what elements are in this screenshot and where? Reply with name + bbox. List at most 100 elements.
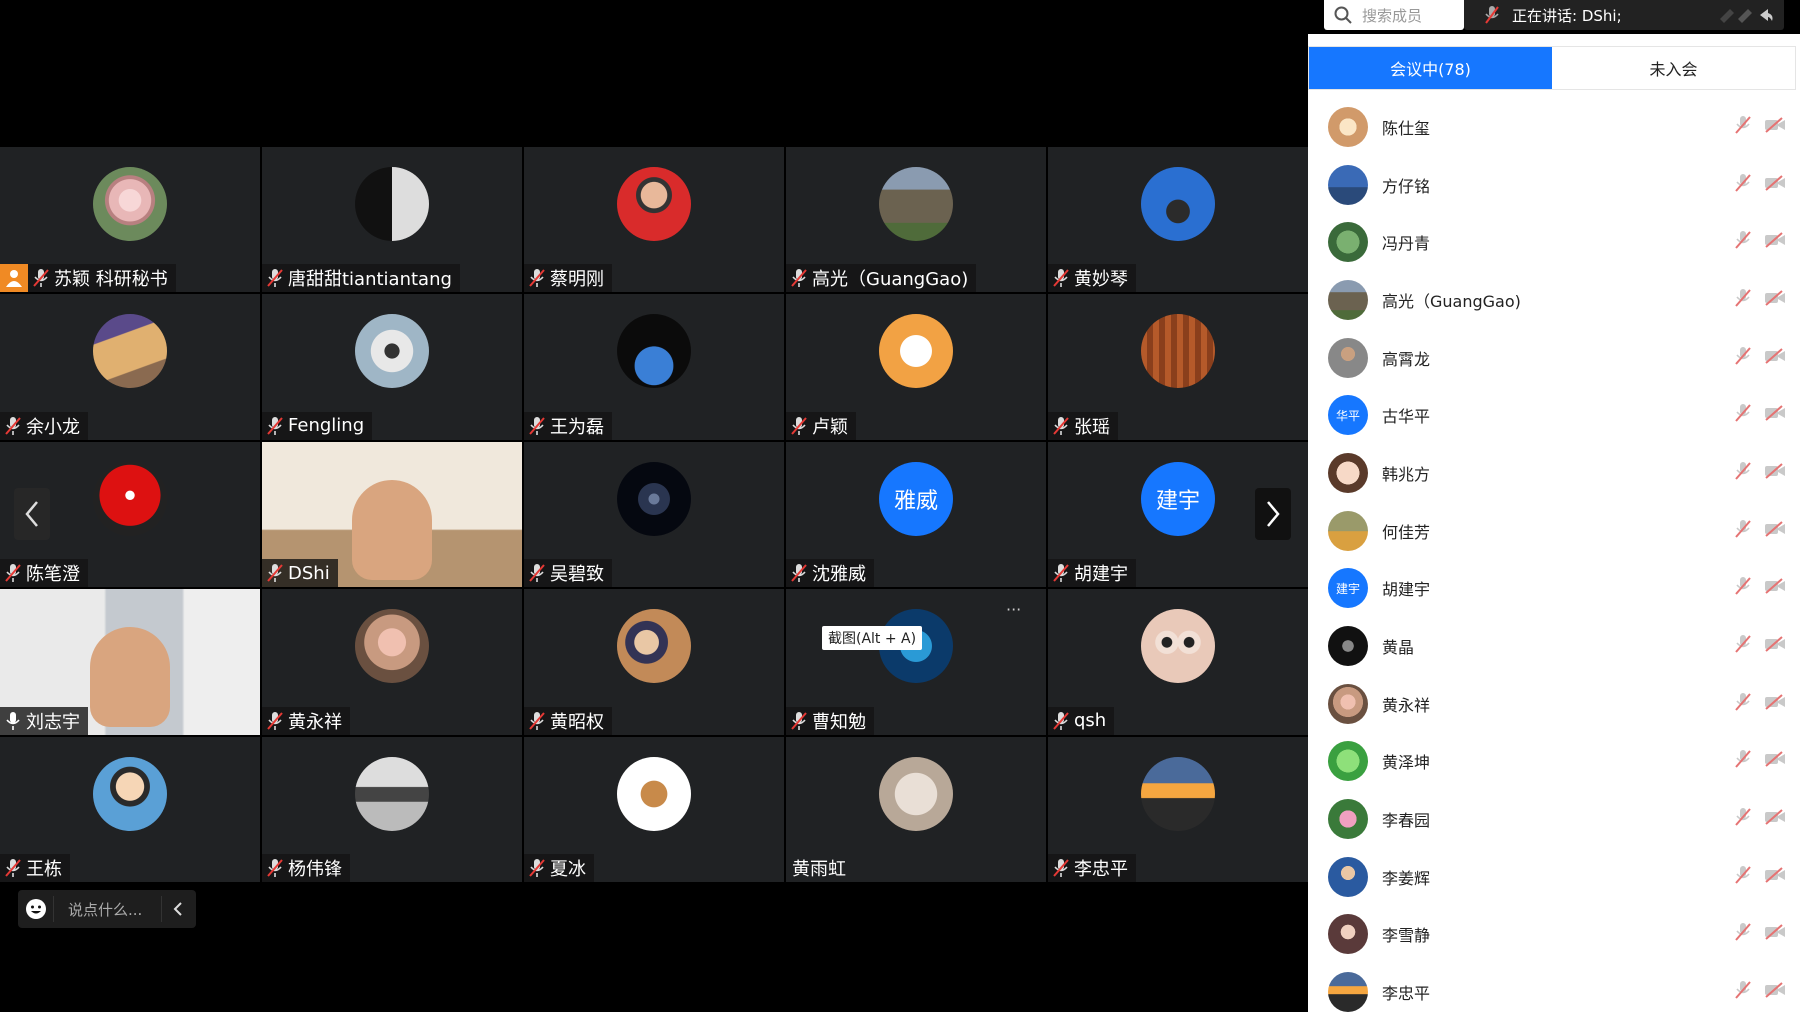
mic-muted-icon[interactable] [1734,519,1752,543]
member-row[interactable]: 韩兆方 [1308,444,1800,502]
mic-muted-icon [528,268,546,288]
member-row[interactable]: 李雪静 [1308,906,1800,964]
mic-muted-icon[interactable] [1734,692,1752,716]
mic-muted-icon[interactable] [1734,980,1752,1004]
tab-not-joined[interactable]: 未入会 [1552,47,1795,89]
participant-tile[interactable]: 王为磊 [524,294,784,440]
mic-muted-icon[interactable] [1734,865,1752,889]
mic-muted-icon [529,416,545,435]
mic-muted-icon[interactable] [1734,115,1752,139]
member-avatar [1328,337,1368,378]
member-row[interactable]: 黄泽坤 [1308,733,1800,791]
mic-muted-icon [528,711,546,731]
member-row[interactable]: 黄晶 [1308,617,1800,675]
participant-tile[interactable]: 吴碧致 [524,441,784,588]
member-avatar [1328,164,1368,205]
camera-off-icon[interactable] [1764,290,1786,310]
participant-name: 沈雅威 [812,564,866,586]
participant-avatar [617,314,691,389]
member-row[interactable]: 何佳芳 [1308,502,1800,560]
participant-name: 黄永祥 [288,711,342,733]
mic-muted-icon[interactable] [1734,634,1752,658]
mic-muted-icon[interactable] [1734,403,1752,427]
mic-muted-icon [791,711,807,730]
member-name: 古华平 [1382,407,1431,427]
participant-avatar [93,461,167,536]
camera-off-icon[interactable] [1764,405,1786,425]
member-row[interactable]: 高光（GuangGao) [1308,271,1800,329]
mic-muted-icon[interactable] [1734,461,1752,485]
member-row[interactable]: 高霄龙 [1308,329,1800,387]
next-page-button[interactable] [1255,488,1291,540]
emoji-button[interactable] [18,896,54,922]
mic-muted-icon[interactable] [1734,807,1752,831]
camera-off-icon[interactable] [1764,520,1786,541]
camera-off-icon[interactable] [1764,578,1786,598]
participant-tile[interactable]: 王栋 [0,736,260,882]
participant-tile[interactable]: 余小龙 [0,294,260,440]
camera-off-icon[interactable] [1764,867,1786,887]
mic-muted-icon[interactable] [1734,576,1752,600]
participant-tile[interactable]: 唐甜甜tiantiantang [262,147,522,293]
camera-off-icon[interactable] [1764,693,1786,714]
member-row[interactable]: 华平 古华平 [1308,386,1800,444]
camera-off-icon[interactable] [1764,924,1786,944]
participant-tile[interactable]: qsh [1048,589,1308,735]
mic-muted-icon[interactable] [1734,346,1752,370]
participant-avatar [93,314,167,389]
member-row[interactable]: 冯丹青 [1308,213,1800,271]
mic-muted-icon[interactable] [1734,173,1752,197]
chat-input[interactable]: 说点什么... [54,896,162,922]
participant-tile[interactable]: 卢颖 [786,294,1046,440]
participant-tile[interactable]: 张瑶 [1048,294,1308,440]
camera-off-icon[interactable] [1764,751,1786,771]
participant-tile[interactable]: DShi [262,441,522,588]
collapse-chat-button[interactable] [162,901,194,917]
camera-off-icon[interactable] [1764,232,1786,252]
participant-tile[interactable]: 李忠平 [1048,736,1308,882]
camera-off-icon[interactable] [1764,463,1786,483]
camera-off-icon[interactable] [1764,982,1786,1002]
participant-tile[interactable]: 黄妙琴 [1048,147,1308,293]
mic-muted-icon [1485,6,1499,24]
participant-tile[interactable]: 雅威 沈雅威 [786,441,1046,588]
participant-name: 唐甜甜tiantiantang [288,269,452,291]
mic-muted-icon[interactable] [1734,749,1752,773]
member-search[interactable]: 搜索成员 [1324,0,1464,30]
participant-tile[interactable]: Fengling [262,294,522,440]
member-row[interactable]: 建宇 胡建宇 [1308,560,1800,618]
camera-off-icon[interactable] [1764,174,1786,195]
member-row[interactable]: 方仔铭 [1308,156,1800,214]
participant-avatar [617,756,691,831]
member-controls [1734,865,1786,889]
participant-tile[interactable]: 黄永祥 [262,589,522,735]
participant-tile[interactable]: 黄雨虹 [786,736,1046,882]
participant-tile[interactable]: 高光（GuangGao) [786,147,1046,293]
participant-name: 王为磊 [550,416,604,438]
member-row[interactable]: 黄永祥 [1308,675,1800,733]
tile-more-button[interactable]: ··· [1006,600,1021,619]
member-row[interactable]: 李春园 [1308,790,1800,848]
camera-off-icon[interactable] [1764,636,1786,656]
camera-off-icon[interactable] [1764,117,1786,137]
mic-muted-icon [5,858,21,877]
participant-tile[interactable]: 夏冰 [524,736,784,882]
prev-page-button[interactable] [14,488,50,540]
participant-name: 陈笔澄 [26,564,80,586]
participant-tile[interactable]: 苏颖 科研秘书 [0,147,260,293]
participant-tile[interactable]: 刘志宇 [0,589,260,735]
mic-muted-icon[interactable] [1734,922,1752,946]
tab-in-meeting[interactable]: 会议中(78) [1309,47,1552,89]
mic-muted-icon [4,416,22,436]
camera-off-icon[interactable] [1764,347,1786,368]
participant-tile[interactable]: 杨伟锋 [262,736,522,882]
mic-muted-icon[interactable] [1734,288,1752,312]
camera-off-icon[interactable] [1764,809,1786,829]
member-row[interactable]: 陈仕玺 [1308,98,1800,156]
member-controls [1734,807,1786,831]
participant-tile[interactable]: 黄昭权 [524,589,784,735]
member-row[interactable]: 李忠平 [1308,963,1800,1012]
participant-tile[interactable]: 蔡明刚 [524,147,784,293]
mic-muted-icon[interactable] [1734,230,1752,254]
member-row[interactable]: 李姜辉 [1308,848,1800,906]
